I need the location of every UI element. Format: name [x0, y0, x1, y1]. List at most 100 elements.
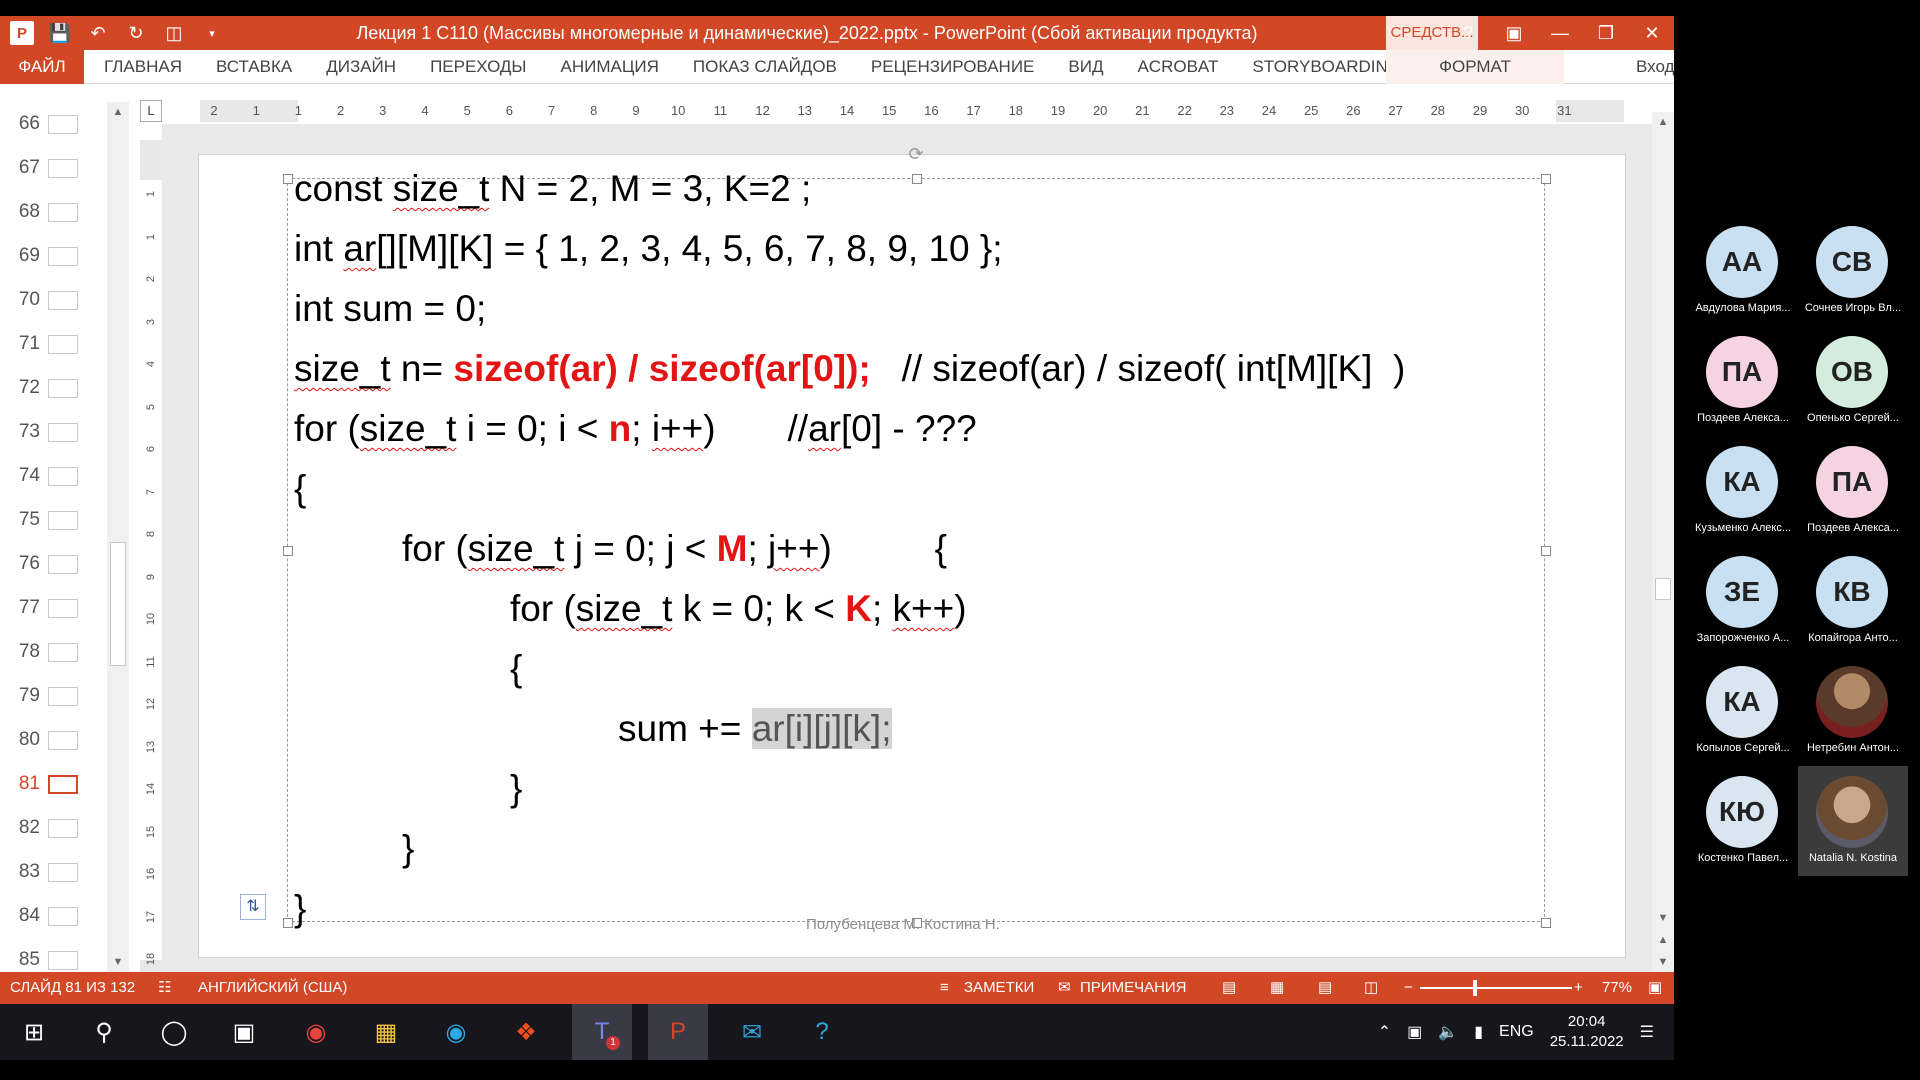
fit-slide-icon[interactable]: ▣: [1648, 972, 1662, 1004]
resize-handle[interactable]: [1541, 174, 1551, 184]
resize-handle[interactable]: [283, 546, 293, 556]
input-language[interactable]: ENG: [1499, 1023, 1534, 1041]
show-hidden-icons-icon[interactable]: ⌃: [1378, 1022, 1391, 1042]
clock[interactable]: 20:04 25.11.2022: [1550, 1012, 1624, 1052]
participant-tile[interactable]: ЗЕ Запорожченко А...: [1688, 546, 1798, 656]
tab-storyboarding[interactable]: STORYBOARDING: [1252, 57, 1401, 77]
language-indicator[interactable]: АНГЛИЙСКИЙ (США): [198, 972, 347, 1004]
participant-tile[interactable]: ОВ Опенько Сергей...: [1798, 326, 1908, 436]
slideshow-view-icon[interactable]: ◫: [1364, 972, 1378, 1004]
slide-thumbnail[interactable]: 67: [0, 146, 108, 190]
participant-tile[interactable]: КЮ Костенко Павел...: [1688, 766, 1798, 876]
slide-thumbnail[interactable]: 74: [0, 454, 108, 498]
zoom-slider[interactable]: [1420, 987, 1572, 989]
tab-view[interactable]: ВИД: [1068, 57, 1103, 77]
slide-sorter-icon[interactable]: ▦: [1270, 972, 1284, 1004]
restore-button[interactable]: ❐: [1592, 23, 1620, 44]
powerpoint-taskbar-icon[interactable]: P: [648, 1004, 708, 1060]
slide-thumbnail[interactable]: 66: [0, 102, 108, 146]
task-view-icon[interactable]: ▣: [214, 1004, 274, 1060]
slide-thumbnail[interactable]: 72: [0, 366, 108, 410]
previous-slide-icon[interactable]: ▲: [1652, 930, 1674, 950]
zoom-slider-knob[interactable]: [1473, 980, 1477, 996]
slide-thumbnail[interactable]: 76: [0, 542, 108, 586]
slide-thumbnail[interactable]: 83: [0, 850, 108, 894]
comments-icon[interactable]: ✉: [1058, 972, 1071, 1004]
network-icon[interactable]: ▣: [1407, 1022, 1422, 1042]
reading-view-icon[interactable]: ▤: [1318, 972, 1332, 1004]
participant-tile[interactable]: ПА Поздеев Алекса...: [1798, 436, 1908, 546]
selected-text[interactable]: ar[i][j][k];: [751, 708, 892, 749]
tab-format[interactable]: ФОРМАТ: [1386, 50, 1564, 84]
slide-scroll-thumb[interactable]: [1655, 578, 1671, 600]
participant-tile[interactable]: Natalia N. Kostina: [1798, 766, 1908, 876]
thumbnails-scrollbar[interactable]: ▲ ▼: [107, 102, 129, 972]
teams-icon[interactable]: T1: [572, 1004, 632, 1060]
next-slide-icon[interactable]: ▼: [1652, 952, 1674, 972]
notes-button[interactable]: ЗАМЕТКИ: [964, 972, 1034, 1004]
slide-thumbnail[interactable]: 82: [0, 806, 108, 850]
close-button[interactable]: ✕: [1638, 23, 1666, 44]
notes-icon[interactable]: ≡: [940, 972, 949, 1004]
slide-thumbnail[interactable]: 78: [0, 630, 108, 674]
autofit-options-icon[interactable]: ⇅: [240, 894, 266, 920]
tab-acrobat[interactable]: ACROBAT: [1137, 57, 1218, 77]
resize-handle[interactable]: [283, 174, 293, 184]
tab-insert[interactable]: ВСТАВКА: [216, 57, 292, 77]
participant-tile[interactable]: КА Кузьменко Алекс...: [1688, 436, 1798, 546]
slide-thumbnail[interactable]: 77: [0, 586, 108, 630]
tab-slideshow[interactable]: ПОКАЗ СЛАЙДОВ: [693, 57, 837, 77]
figma-icon[interactable]: ❖: [496, 1004, 556, 1060]
slide-thumbnail[interactable]: 71: [0, 322, 108, 366]
zoom-out-icon[interactable]: −: [1404, 972, 1413, 1004]
zoom-level[interactable]: 77%: [1602, 972, 1632, 1004]
minimize-button[interactable]: —: [1546, 23, 1574, 44]
thumbnails-scroll-thumb[interactable]: [110, 542, 126, 666]
participant-tile[interactable]: АА Авдулова Мария...: [1688, 216, 1798, 326]
comments-button[interactable]: ПРИМЕЧАНИЯ: [1080, 972, 1187, 1004]
spellcheck-icon[interactable]: ☷: [158, 972, 171, 1004]
resize-handle[interactable]: [1541, 546, 1551, 556]
start-slideshow-icon[interactable]: ◫: [162, 21, 186, 45]
customize-toolbar-icon[interactable]: ▾: [200, 21, 224, 45]
participant-tile[interactable]: Нетребин Антон...: [1798, 656, 1908, 766]
zoom-in-icon[interactable]: +: [1574, 972, 1583, 1004]
redo-icon[interactable]: ↻: [124, 21, 148, 45]
scroll-up-icon[interactable]: ▲: [1652, 112, 1674, 132]
slide-thumbnail[interactable]: 79: [0, 674, 108, 718]
start-icon[interactable]: ⊞: [4, 1004, 64, 1060]
slide-thumbnail[interactable]: 68: [0, 190, 108, 234]
slide-scrollbar[interactable]: ▲ ▼ ▲ ▼: [1652, 112, 1674, 972]
rotate-handle-icon[interactable]: ⟳: [906, 144, 926, 164]
outlook-icon[interactable]: ✉: [722, 1004, 782, 1060]
slide-thumbnail[interactable]: 73: [0, 410, 108, 454]
participant-tile[interactable]: ПА Поздеев Алекса...: [1688, 326, 1798, 436]
slide-thumbnail[interactable]: 80: [0, 718, 108, 762]
tab-design[interactable]: ДИЗАЙН: [326, 57, 396, 77]
tab-file[interactable]: ФАЙЛ: [0, 50, 84, 84]
scroll-up-icon[interactable]: ▲: [107, 102, 129, 122]
quick-assist-icon[interactable]: ?: [792, 1004, 852, 1060]
slide-thumbnail[interactable]: 81: [0, 762, 108, 806]
slide-thumbnail[interactable]: 70: [0, 278, 108, 322]
search-icon[interactable]: ⚲: [74, 1004, 134, 1060]
tab-stop-selector[interactable]: L: [140, 100, 162, 122]
volume-icon[interactable]: 🔈: [1438, 1022, 1458, 1042]
file-explorer-icon[interactable]: ▦: [356, 1004, 416, 1060]
scroll-down-icon[interactable]: ▼: [107, 952, 129, 972]
participant-tile[interactable]: КВ Копайгора Анто...: [1798, 546, 1908, 656]
participant-tile[interactable]: КА Копылов Сергей...: [1688, 656, 1798, 766]
battery-icon[interactable]: ▮: [1474, 1022, 1483, 1042]
resize-handle[interactable]: [283, 918, 293, 928]
participant-tile[interactable]: СВ Сочнев Игорь Вл...: [1798, 216, 1908, 326]
slide-thumbnail[interactable]: 69: [0, 234, 108, 278]
sign-in-link[interactable]: Вход: [1636, 50, 1674, 84]
ribbon-display-options-icon[interactable]: ▣: [1500, 23, 1528, 44]
tab-home[interactable]: ГЛАВНАЯ: [104, 57, 182, 77]
tab-review[interactable]: РЕЦЕНЗИРОВАНИЕ: [871, 57, 1035, 77]
resize-handle[interactable]: [1541, 918, 1551, 928]
tab-transitions[interactable]: ПЕРЕХОДЫ: [430, 57, 526, 77]
slide-thumbnail[interactable]: 84: [0, 894, 108, 938]
undo-icon[interactable]: ↶: [86, 21, 110, 45]
slide-thumbnail[interactable]: 75: [0, 498, 108, 542]
